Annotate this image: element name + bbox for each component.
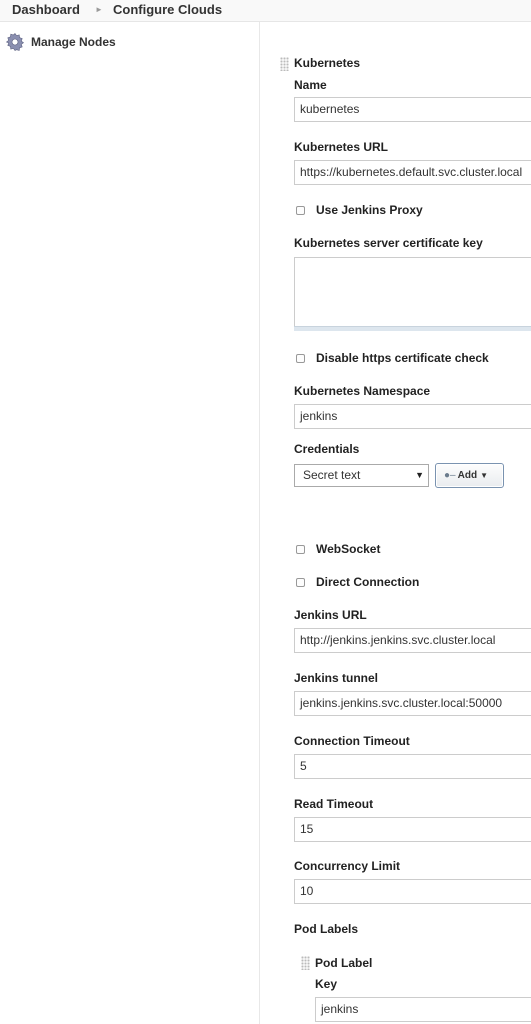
read-timeout-label: Read Timeout (294, 797, 374, 811)
namespace-input[interactable]: jenkins (294, 404, 531, 429)
breadcrumb: Dashboard ► Configure Clouds (0, 0, 531, 22)
pod-labels-label: Pod Labels (294, 922, 359, 936)
jenkins-tunnel-input[interactable]: jenkins.jenkins.svc.cluster.local:50000 (294, 691, 531, 716)
credentials-label: Credentials (294, 442, 360, 456)
sidebar: Manage Nodes (0, 22, 260, 1024)
name-input[interactable]: kubernetes (294, 97, 531, 122)
textarea-resize-bar[interactable] (294, 326, 531, 331)
jenkins-url-label: Jenkins URL (294, 608, 367, 622)
sidebar-item-manage-nodes[interactable]: Manage Nodes (5, 32, 116, 52)
gear-icon (5, 32, 25, 52)
checkbox-box[interactable] (296, 544, 305, 554)
jenkins-url-input[interactable]: http://jenkins.jenkins.svc.cluster.local (294, 628, 531, 653)
chevron-down-icon: ▼ (480, 471, 488, 480)
concurrency-limit-label: Concurrency Limit (294, 859, 401, 873)
kubernetes-url-input[interactable]: https://kubernetes.default.svc.cluster.l… (294, 160, 531, 185)
server-cert-textarea[interactable] (294, 257, 531, 331)
checkbox-box[interactable] (296, 577, 305, 587)
disable-https-check-checkbox[interactable]: Disable https certificate check (296, 351, 489, 365)
drag-handle-icon[interactable] (301, 956, 310, 970)
use-jenkins-proxy-label: Use Jenkins Proxy (316, 203, 423, 217)
pod-label-key-label: Key (315, 977, 338, 991)
breadcrumb-separator-icon: ► (95, 5, 103, 14)
server-cert-label: Kubernetes server certificate key (294, 236, 483, 250)
kubernetes-url-label: Kubernetes URL (294, 140, 389, 154)
drag-handle-icon[interactable] (280, 57, 289, 71)
pod-label-title: Pod Label (315, 956, 373, 970)
sidebar-item-label: Manage Nodes (31, 35, 116, 49)
disable-https-check-label: Disable https certificate check (316, 351, 489, 365)
read-timeout-input[interactable]: 15 (294, 817, 531, 842)
breadcrumb-configure-clouds[interactable]: Configure Clouds (113, 2, 222, 17)
namespace-label: Kubernetes Namespace (294, 384, 431, 398)
section-title-kubernetes: Kubernetes (294, 56, 361, 70)
cloud-config-form: Kubernetes Name kubernetes Kubernetes UR… (261, 22, 531, 1024)
direct-connection-label: Direct Connection (316, 575, 420, 589)
checkbox-box[interactable] (296, 205, 305, 215)
direct-connection-checkbox[interactable]: Direct Connection (296, 575, 419, 589)
use-jenkins-proxy-checkbox[interactable]: Use Jenkins Proxy (296, 203, 423, 217)
add-button-label: Add (457, 470, 478, 481)
connection-timeout-input[interactable]: 5 (294, 754, 531, 779)
concurrency-limit-input[interactable]: 10 (294, 879, 531, 904)
name-label: Name (294, 78, 327, 92)
jenkins-tunnel-label: Jenkins tunnel (294, 671, 379, 685)
breadcrumb-dashboard[interactable]: Dashboard (12, 2, 80, 17)
credentials-select[interactable]: Secret text ▼ (294, 464, 429, 487)
add-credentials-button[interactable]: ●– Add ▼ (435, 463, 504, 488)
dropdown-arrow-icon: ▼ (415, 470, 424, 480)
websocket-checkbox[interactable]: WebSocket (296, 542, 380, 556)
pod-label-key-input[interactable]: jenkins (315, 997, 531, 1022)
checkbox-box[interactable] (296, 353, 305, 363)
websocket-label: WebSocket (316, 542, 381, 556)
credentials-selected-value: Secret text (303, 468, 361, 482)
connection-timeout-label: Connection Timeout (294, 734, 410, 748)
key-icon: ●– (444, 470, 456, 481)
